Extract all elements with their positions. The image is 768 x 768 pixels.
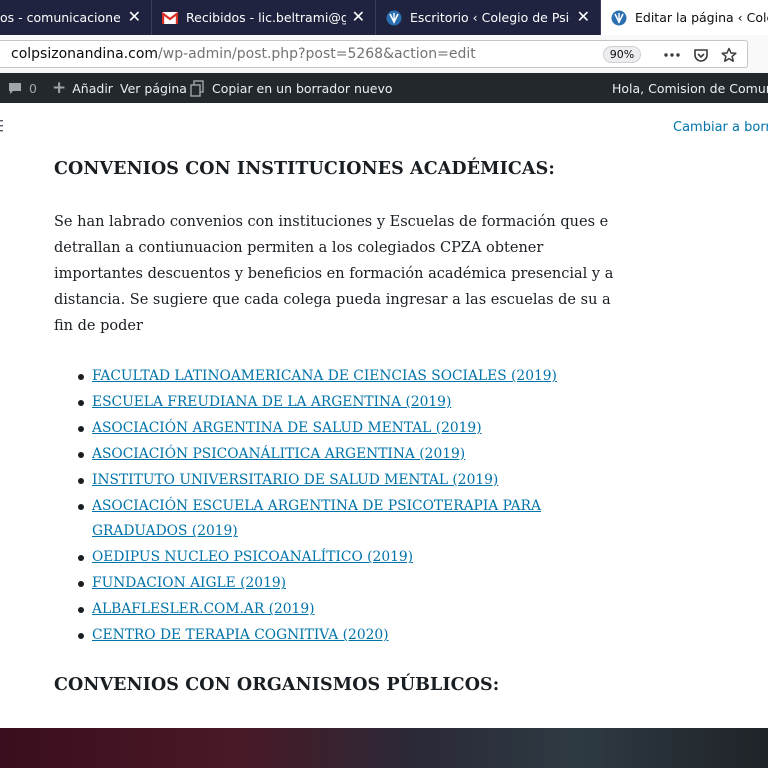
tab-title: Editar la página ‹ Colegio (635, 10, 768, 25)
browser-tab-bar: os - comunicacioneswe ✕ Recibidos - lic.… (0, 0, 768, 35)
bookmark-star-icon[interactable] (719, 45, 739, 65)
tab-title: os - comunicacioneswe (0, 10, 120, 25)
zoom-indicator[interactable]: 90% (603, 46, 641, 63)
intro-paragraph[interactable]: Se han labrado convenios con institucion… (54, 209, 614, 339)
institution-link[interactable]: FACULTAD LATINOAMERICANA DE CIENCIAS SOC… (92, 368, 557, 384)
editor-content: CONVENIOS CON INSTITUCIONES ACADÉMICAS: … (0, 153, 768, 728)
copy-icon (190, 79, 204, 97)
list-item: OEDIPUS NUCLEO PSICOANALÍTICO (2019) (78, 545, 557, 571)
address-bar[interactable]: colpsizonandina.com/wp-admin/post.php?po… (0, 40, 748, 68)
url-text: colpsizonandina.com/wp-admin/post.php?po… (11, 46, 476, 62)
institution-link[interactable]: ASOCIACIÓN ARGENTINA DE SALUD MENTAL (20… (92, 420, 482, 436)
plus-icon: + (52, 78, 67, 98)
gmail-icon (162, 10, 178, 26)
close-tab-icon[interactable]: ✕ (128, 9, 141, 25)
user-greeting[interactable]: Hola, Comision de Comunica (612, 73, 768, 103)
tab-editar-pagina[interactable]: Editar la página ‹ Colegio (601, 0, 768, 35)
list-item: ALBAFLESLER.COM.AR (2019) (78, 597, 557, 623)
comments-menu[interactable]: 0 (8, 73, 37, 103)
paragraph-line: fin de poder (54, 318, 143, 334)
paragraph-line: detrallan a contiunuacion permiten a los… (54, 240, 544, 256)
institution-link[interactable]: ESCUELA FREUDIANA DE LA ARGENTINA (2019) (92, 394, 451, 410)
paragraph-line: Se han labrado convenios con institucion… (54, 214, 609, 230)
switch-to-draft-button[interactable]: Cambiar a borrad (673, 120, 768, 135)
institution-link[interactable]: ASOCIACIÓN ESCUELA ARGENTINA DE PSICOTER… (92, 498, 541, 514)
desktop-background (0, 728, 768, 768)
page-actions-icon[interactable] (662, 45, 682, 65)
institution-link[interactable]: FUNDACION AIGLE (2019) (92, 575, 286, 591)
list-item: INSTITUTO UNIVERSITARIO DE SALUD MENTAL … (78, 468, 557, 494)
paragraph-line: distancia. Se sugiere que cada colega pu… (54, 292, 611, 308)
close-tab-icon[interactable]: ✕ (577, 9, 590, 25)
view-page-link[interactable]: Ver página (120, 73, 187, 103)
add-new-label: Añadir (72, 80, 113, 96)
institution-link[interactable]: ASOCIACIÓN PSICOANÁLITICA ARGENTINA (201… (92, 446, 465, 462)
heading-convenios-academicos[interactable]: CONVENIOS CON INSTITUCIONES ACADÉMICAS: (54, 159, 555, 179)
comment-icon (9, 82, 21, 94)
list-item: ASOCIACIÓN ARGENTINA DE SALUD MENTAL (20… (78, 416, 557, 442)
institution-link[interactable]: INSTITUTO UNIVERSITARIO DE SALUD MENTAL … (92, 472, 498, 488)
tab-title: Recibidos - lic.beltrami@gmail (186, 10, 346, 25)
pocket-icon[interactable] (691, 45, 711, 65)
copy-to-draft-label: Copiar en un borrador nuevo (212, 80, 393, 96)
institution-link[interactable]: ALBAFLESLER.COM.AR (2019) (92, 601, 315, 617)
list-item: ESCUELA FREUDIANA DE LA ARGENTINA (2019) (78, 390, 557, 416)
editor-header: Cambiar a borrad (0, 103, 768, 154)
site-icon (611, 10, 627, 26)
close-tab-icon[interactable]: ✕ (352, 9, 365, 25)
tab-comunicaciones[interactable]: os - comunicacioneswe ✕ (0, 0, 152, 35)
list-item: ASOCIACIÓN ESCUELA ARGENTINA DE PSICOTER… (78, 494, 557, 546)
more-menu-icon[interactable] (0, 118, 4, 134)
navigation-toolbar: colpsizonandina.com/wp-admin/post.php?po… (0, 35, 768, 74)
list-item: CENTRO DE TERAPIA COGNITIVA (2020) (78, 623, 557, 649)
wp-admin-bar: 0 + Añadir Ver página Copiar en un borra… (0, 73, 768, 103)
add-new-menu[interactable]: + Añadir (52, 73, 113, 103)
tab-gmail[interactable]: Recibidos - lic.beltrami@gmail ✕ (152, 0, 376, 35)
institution-link[interactable]: CENTRO DE TERAPIA COGNITIVA (2020) (92, 627, 389, 643)
comments-count: 0 (29, 80, 37, 96)
list-item: FUNDACION AIGLE (2019) (78, 571, 557, 597)
tab-escritorio[interactable]: Escritorio ‹ Colegio de Psicólog ✕ (376, 0, 601, 35)
paragraph-line: importantes descuentos y beneficios en f… (54, 266, 614, 282)
institution-link[interactable]: OEDIPUS NUCLEO PSICOANALÍTICO (2019) (92, 549, 413, 565)
list-item: ASOCIACIÓN PSICOANÁLITICA ARGENTINA (201… (78, 442, 557, 468)
heading-convenios-publicos[interactable]: CONVENIOS CON ORGANISMOS PÚBLICOS: (54, 675, 499, 695)
site-icon (386, 10, 402, 26)
list-item: FACULTAD LATINOAMERICANA DE CIENCIAS SOC… (78, 364, 557, 390)
institutions-list: FACULTAD LATINOAMERICANA DE CIENCIAS SOC… (78, 364, 557, 649)
institution-link-continued[interactable]: GRADUADOS (2019) (92, 523, 238, 539)
tab-title: Escritorio ‹ Colegio de Psicólog (410, 10, 570, 25)
copy-to-draft-link[interactable]: Copiar en un borrador nuevo (189, 73, 393, 103)
